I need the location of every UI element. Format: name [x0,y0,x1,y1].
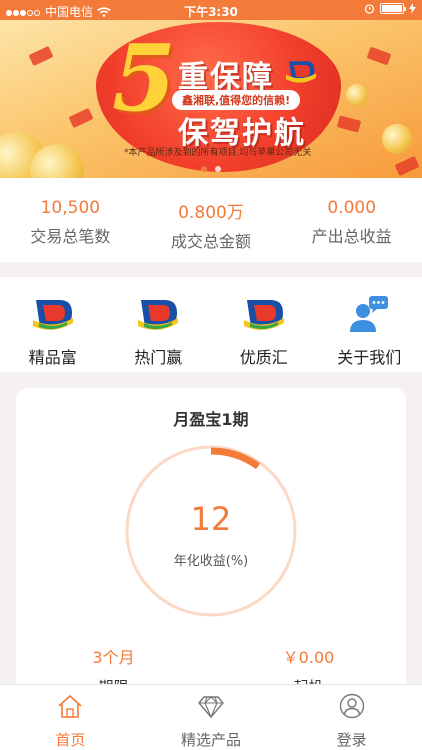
progress-ring: 12 年化收益(%) [124,444,298,618]
stat-total-earnings: 0.000 产出总收益 [281,178,422,262]
banner-number: 5 [112,24,177,132]
status-time: 下午3:30 [184,5,238,19]
term-value: 3个月 [92,648,135,667]
tab-label: 登录 [336,731,367,749]
stat-label: 产出总收益 [311,227,392,246]
min-investment-value: ￥0.00 [282,648,335,667]
product-name: 月盈宝1期 [173,410,249,429]
nav-item-label: 优质汇 [239,348,288,367]
page-dot[interactable] [201,166,207,172]
page-dot[interactable] [215,166,221,172]
stat-value: 10,500 [40,198,101,218]
nav-item-label: 关于我们 [337,348,402,367]
nav-item-youzhihui[interactable]: 优质汇 [211,277,317,372]
nav-item-label: 热门赢 [134,348,183,367]
coin-decoration [382,124,412,154]
nav-item-about-us[interactable]: 关于我们 [317,277,422,372]
product-card[interactable]: 月盈宝1期 12 年化收益(%) 3个月 期限 ￥0.00 起投 [16,388,406,708]
stat-total-trades: 10,500 交易总笔数 [0,178,141,262]
ticket-decoration [28,45,54,67]
status-right [364,3,416,14]
tab-label: 首页 [55,731,86,749]
brand-logo-icon [243,300,284,330]
brand-logo-icon [286,61,316,83]
stats-panel: 10,500 交易总笔数 0.800万 成交总金额 0.000 产出总收益 [0,178,422,262]
ticket-decoration [366,46,392,66]
battery-icon [380,3,406,14]
category-nav: 精品富 热门赢 优质汇 关于我们 [0,277,422,372]
progress-ring-center: 12 年化收益(%) [124,444,298,618]
alarm-icon [364,4,375,14]
tab-login[interactable]: 登录 [281,685,422,750]
nav-item-jingpinfu[interactable]: 精品富 [0,277,106,372]
stat-label: 交易总笔数 [30,227,111,246]
nav-item-remenying[interactable]: 热门赢 [106,277,212,372]
banner-pagination[interactable] [0,166,422,172]
annual-rate: 12 [190,500,232,538]
diamond-icon [198,696,224,719]
nav-item-label: 精品富 [28,348,77,367]
stat-total-amount: 0.800万 成交总金额 [141,178,282,262]
charging-icon [409,3,416,14]
stat-value: 0.000 [327,198,377,218]
ticket-decoration [336,115,362,133]
banner-disclaimer: *本产品所涉及到的所有项目,均与苹果公司无关 [124,148,312,158]
tab-home[interactable]: 首页 [0,685,141,750]
tab-label: 精选产品 [181,731,242,749]
ticket-decoration [68,107,94,129]
bottom-tab-bar: 首页 精选产品 登录 [0,684,422,750]
annual-rate-label: 年化收益(%) [173,554,249,569]
promo-banner[interactable]: 5 重保障 鑫湘联,值得您的信赖! 保驾护航 *本产品所涉及到的所有项目,均与苹… [0,20,422,178]
brand-logo-icon [32,300,73,330]
tab-products[interactable]: 精选产品 [141,685,282,750]
brand-logo-icon [138,300,179,330]
home-icon [58,694,82,718]
coin-decoration [346,84,368,106]
user-chat-icon [350,296,389,332]
banner-tagline: 鑫湘联,值得您的信赖! [172,90,301,110]
stat-label: 成交总金额 [171,232,252,251]
status-bar: 中国电信 下午3:30 [0,0,422,20]
stat-value: 0.800万 [178,203,244,223]
user-icon [339,693,364,719]
